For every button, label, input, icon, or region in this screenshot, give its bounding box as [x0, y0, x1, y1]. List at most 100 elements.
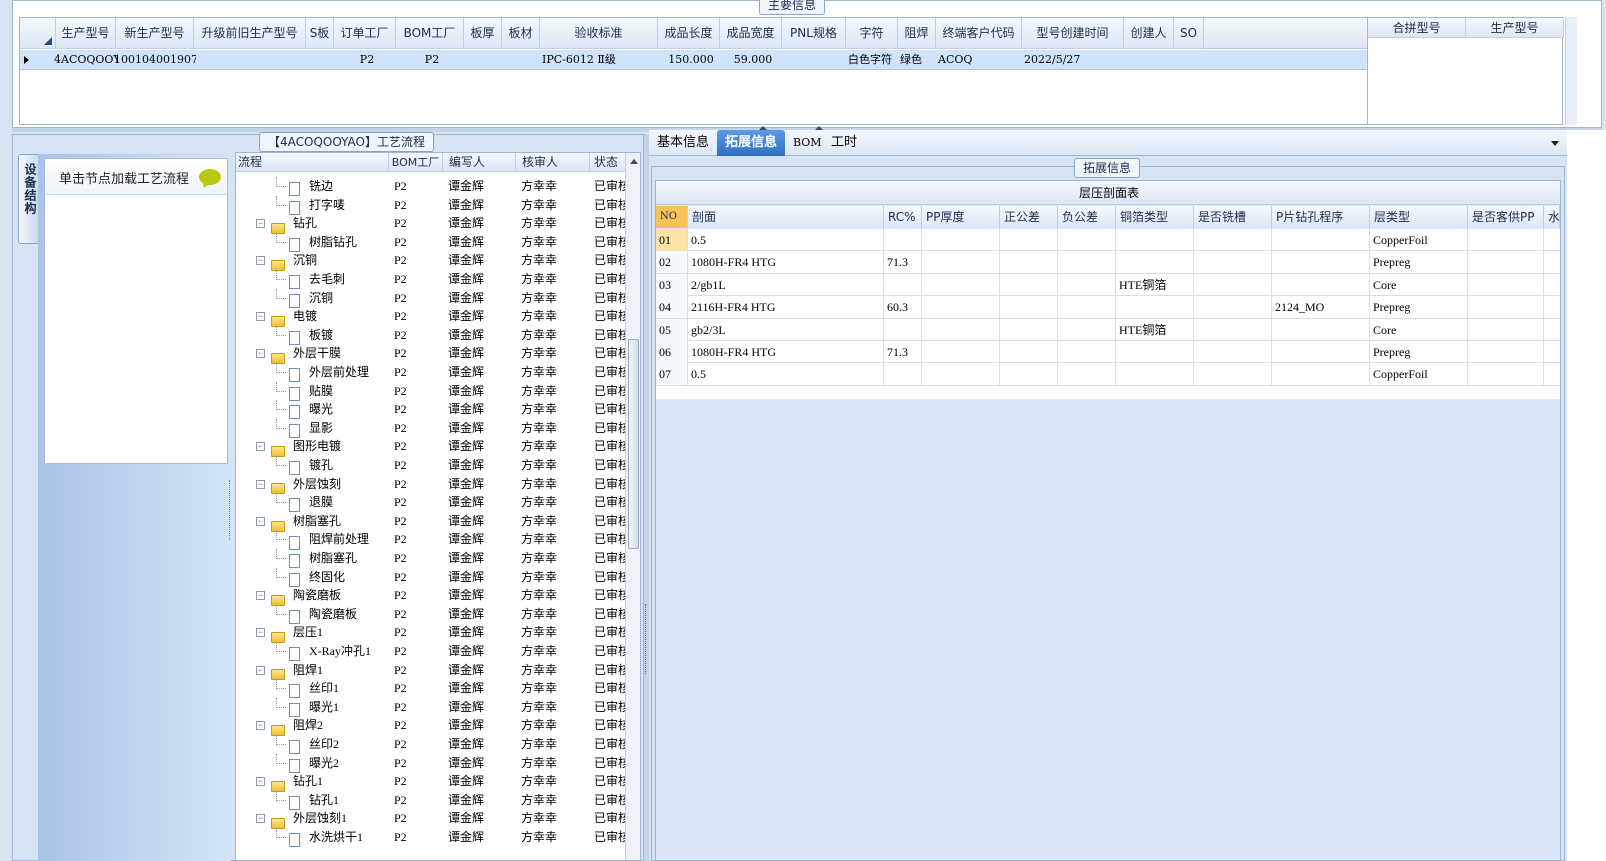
tree-row[interactable]: 铣边 P2 谭金辉 方幸幸 已审核 — [236, 177, 640, 197]
tree-row[interactable]: − 外层干膜 P2 谭金辉 方幸幸 已审核 — [236, 344, 640, 365]
tree-row[interactable]: 板镀 P2 谭金辉 方幸幸 已审核 — [236, 325, 640, 346]
hint-header[interactable]: 单击节点加载工艺流程 — [45, 159, 227, 195]
collapse-toggle-icon[interactable]: − — [256, 777, 265, 787]
main-col-header[interactable]: 阻焊 — [898, 18, 936, 49]
merge-col-header[interactable]: 合拼型号 — [1368, 18, 1466, 38]
tree-row[interactable]: 显影 P2 谭金辉 方幸幸 已审核 — [236, 418, 640, 439]
collapse-toggle-icon[interactable]: − — [256, 349, 265, 359]
grid-corner[interactable] — [20, 18, 56, 49]
tree-row[interactable]: − 层压1 P2 谭金辉 方幸幸 已审核 — [236, 623, 640, 644]
collapse-toggle-icon[interactable]: − — [256, 516, 265, 526]
main-col-header[interactable]: 验收标准 — [540, 18, 658, 49]
lamination-col-header[interactable]: PP厚度 — [922, 206, 1000, 228]
tree-row[interactable]: − 阻焊2 P2 谭金辉 方幸幸 已审核 — [236, 716, 640, 737]
lamination-col-header[interactable]: 层类型 — [1370, 206, 1468, 228]
tree-row[interactable]: − 沉铜 P2 谭金辉 方幸幸 已审核 — [236, 251, 640, 272]
tree-scrollbar[interactable] — [625, 153, 640, 860]
collapse-toggle-icon[interactable]: − — [256, 591, 265, 601]
tree-row[interactable]: − 阻焊1 P2 谭金辉 方幸幸 已审核 — [236, 661, 640, 681]
main-col-header[interactable]: BOM工厂 — [396, 18, 464, 49]
tree-row[interactable]: 沉铜 P2 谭金辉 方幸幸 已审核 — [236, 288, 640, 308]
main-col-header[interactable]: 成品宽度 — [720, 18, 782, 49]
tree-row[interactable]: 终固化 P2 谭金辉 方幸幸 已审核 — [236, 567, 640, 587]
lamination-col-header[interactable]: RC% — [884, 206, 922, 228]
lamination-table[interactable]: 层压剖面表 NO 剖面 RC% PP厚度 正公差 负公差 铜箔类型 是否铣槽 P片钻孔程序 层类型… — [655, 180, 1561, 861]
lamination-col-header[interactable]: 正公差 — [1000, 206, 1058, 228]
tree-row[interactable]: 阻焊前处理 P2 谭金辉 方幸幸 已审核 — [236, 530, 640, 550]
main-col-header[interactable]: PNL规格 — [782, 18, 846, 49]
collapse-top-icon-2[interactable] — [815, 126, 823, 130]
collapse-toggle-icon[interactable]: − — [256, 479, 265, 489]
side-tab-equipment[interactable]: 设备结构 — [18, 154, 40, 244]
collapse-handle-left[interactable] — [229, 480, 234, 540]
right-scrollbar[interactable] — [1565, 17, 1577, 125]
lamination-col-header[interactable]: P片钻孔程序 — [1272, 206, 1370, 228]
lamination-col-header[interactable]: 水 — [1544, 206, 1560, 228]
main-grid-row-selected[interactable]: 4ACOQOOYAO10010400190777 P2 P2 IPC-6012 Ⅱ级 1… — [20, 50, 1368, 70]
main-col-header[interactable]: 型号创建时间 — [1022, 18, 1124, 49]
tree-row[interactable]: − 钻孔 P2 谭金辉 方幸幸 已审核 — [236, 214, 640, 234]
tree-row[interactable]: 丝印1 P2 谭金辉 方幸幸 已审核 — [236, 679, 640, 699]
tree-col-status[interactable]: 状态 — [590, 153, 626, 172]
tab-worktime[interactable]: 工时 — [823, 130, 865, 156]
main-col-header[interactable]: 字符 — [846, 18, 898, 49]
tree-row[interactable]: − 电镀 P2 谭金辉 方幸幸 已审核 — [236, 307, 640, 327]
main-col-header[interactable]: 生产型号 — [56, 18, 116, 49]
collapse-toggle-icon[interactable]: − — [256, 665, 265, 675]
tree-row[interactable]: X-Ray冲孔1 P2 谭金辉 方幸幸 已审核 — [236, 642, 640, 662]
tree-row[interactable]: − 外层蚀刻1 P2 谭金辉 方幸幸 已审核 — [236, 809, 640, 830]
lamination-col-header[interactable]: 是否客供PP — [1468, 206, 1544, 228]
collapse-toggle-icon[interactable]: − — [256, 628, 265, 638]
tree-row[interactable]: 镀孔 P2 谭金辉 方幸幸 已审核 — [236, 456, 640, 476]
lamination-col-header[interactable]: NO — [656, 206, 688, 228]
lamination-row[interactable]: 01 0.5 CopperFoil — [656, 229, 1560, 252]
collapse-toggle-icon[interactable]: − — [256, 256, 265, 266]
lamination-row[interactable]: 05 gb2/3L HTE铜箔 Core — [656, 318, 1560, 341]
lamination-row[interactable]: 06 1080H-FR4 HTG 71.3 Prepreg — [656, 341, 1560, 364]
main-col-header[interactable]: 升级前旧生产型号 — [194, 18, 306, 49]
tree-row[interactable]: 去毛刺 P2 谭金辉 方幸幸 已审核 — [236, 270, 640, 290]
tree-col-reviewer[interactable]: 核审人 — [516, 153, 590, 172]
main-grid[interactable]: 生产型号 新生产型号 升级前旧生产型号 S板 订单工厂 BOM工厂 板厚 板材 验收标准 成品长度… — [19, 17, 1369, 125]
main-col-header[interactable]: 板材 — [502, 18, 540, 49]
lamination-col-header[interactable]: 是否铣槽 — [1194, 206, 1272, 228]
tab-extended-info[interactable]: 拓展信息 — [717, 130, 786, 156]
tree-col-factory[interactable]: BOM工厂 — [389, 153, 443, 172]
lamination-col-header[interactable]: 剖面 — [688, 206, 884, 228]
main-col-header[interactable]: S板 — [306, 18, 334, 49]
tree-row[interactable]: 曝光1 P2 谭金辉 方幸幸 已审核 — [236, 697, 640, 718]
main-col-header[interactable]: 终端客户代码 — [936, 18, 1022, 49]
lamination-col-header[interactable]: 负公差 — [1058, 206, 1116, 228]
tree-col-writer[interactable]: 编写人 — [443, 153, 516, 172]
collapse-toggle-icon[interactable]: − — [256, 442, 265, 452]
main-col-header[interactable]: 成品长度 — [658, 18, 720, 49]
collapse-toggle-icon[interactable]: − — [256, 312, 265, 322]
main-col-header[interactable]: SO — [1174, 18, 1204, 49]
tree-row[interactable]: − 钻孔1 P2 谭金辉 方幸幸 已审核 — [236, 772, 640, 792]
tree-row[interactable]: 丝印2 P2 谭金辉 方幸幸 已审核 — [236, 735, 640, 755]
lamination-col-header[interactable]: 铜箔类型 — [1116, 206, 1194, 228]
tree-row[interactable]: 退膜 P2 谭金辉 方幸幸 已审核 — [236, 493, 640, 513]
lamination-row[interactable]: 02 1080H-FR4 HTG 71.3 Prepreg — [656, 251, 1560, 274]
tree-col-flow[interactable]: 流程 — [236, 153, 389, 172]
collapse-top-icon[interactable] — [759, 126, 767, 130]
lamination-row[interactable]: 03 2/gb1L HTE铜箔 Core — [656, 273, 1560, 297]
tree-row[interactable]: 曝光2 P2 谭金辉 方幸幸 已审核 — [236, 753, 640, 773]
tab-basic-info[interactable]: 基本信息 — [649, 130, 717, 156]
tree-row[interactable]: − 树脂塞孔 P2 谭金辉 方幸幸 已审核 — [236, 512, 640, 532]
tree-row[interactable]: 外层前处理 P2 谭金辉 方幸幸 已审核 — [236, 363, 640, 383]
scroll-up-icon[interactable] — [630, 159, 638, 164]
process-tree[interactable]: 流程 BOM工厂 编写人 核审人 状态 铣边P2谭金辉方幸幸已审核打字唛P2谭金… — [235, 152, 641, 861]
tree-row[interactable]: 贴膜 P2 谭金辉 方幸幸 已审核 — [236, 381, 640, 401]
merge-grid[interactable]: 合拼型号 生产型号 — [1367, 17, 1564, 125]
collapse-toggle-icon[interactable]: − — [256, 721, 265, 731]
scroll-thumb[interactable] — [628, 339, 639, 549]
tree-row[interactable]: 树脂钻孔 P2 谭金辉 方幸幸 已审核 — [236, 232, 640, 253]
tree-row[interactable]: 曝光 P2 谭金辉 方幸幸 已审核 — [236, 400, 640, 420]
lamination-row[interactable]: 07 0.5 CopperFoil — [656, 363, 1560, 386]
collapse-toggle-icon[interactable]: − — [256, 814, 265, 824]
tree-row[interactable]: 打字唛 P2 谭金辉 方幸幸 已审核 — [236, 195, 640, 215]
tree-row[interactable]: 陶瓷磨板 P2 谭金辉 方幸幸 已审核 — [236, 604, 640, 625]
tab-dropdown-icon[interactable] — [1551, 141, 1559, 146]
main-col-header[interactable]: 创建人 — [1124, 18, 1174, 49]
